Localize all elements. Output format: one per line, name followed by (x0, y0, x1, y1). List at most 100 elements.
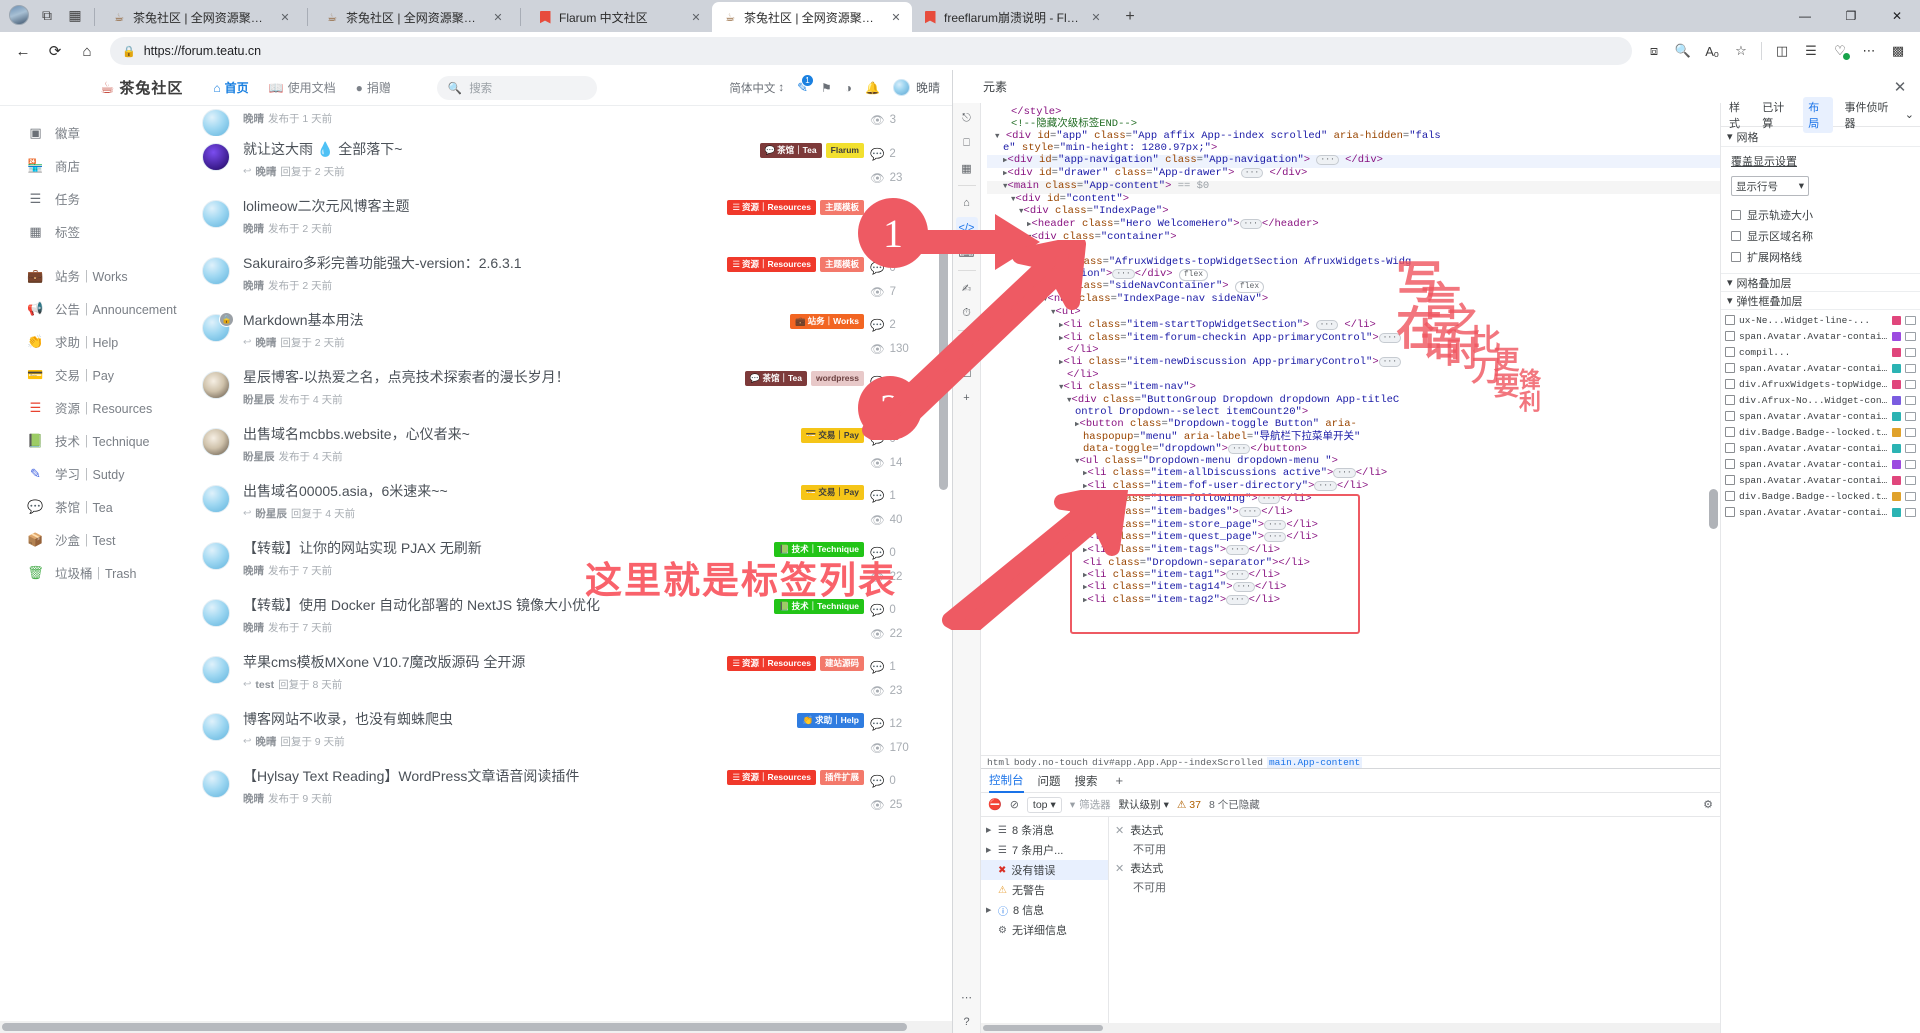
close-icon[interactable]: ✕ (1115, 862, 1124, 875)
sidebar-item[interactable]: ☰ 资源｜Resources (28, 391, 190, 424)
console-sidebar-row[interactable]: ⚠ 无警告 (981, 880, 1108, 900)
home-icon[interactable]: ⌂ (956, 192, 978, 214)
show-area-names-checkbox[interactable]: 显示区域名称 (1731, 225, 1910, 246)
checkbox[interactable] (1725, 331, 1735, 341)
tag-badge[interactable]: 主题模板 (819, 257, 864, 272)
discussion-author[interactable]: 晚晴 (243, 620, 264, 635)
discussion-author[interactable]: 晚晴 (243, 111, 264, 126)
color-swatch[interactable] (1892, 427, 1901, 437)
tag-badge[interactable]: 💼 站务｜Works (790, 314, 864, 329)
show-track-sizes-checkbox[interactable]: 显示轨迹大小 (1731, 204, 1910, 225)
browser-tab[interactable]: freeflarum崩溃说明 - Flarum 中文 ✕ (912, 2, 1112, 32)
home-button[interactable]: ⌂ (72, 36, 102, 66)
site-logo[interactable]: ☕ 茶兔社区 (100, 77, 183, 98)
discussion-author[interactable]: test (255, 679, 274, 691)
console-sidebar-row[interactable]: ▶ ⓘ 8 信息 (981, 900, 1108, 920)
discussion-row[interactable]: 出售域名mcbbs.website，心仪者来~ 盼星辰 发布于 4 天前 💳 交易｜Pa… (202, 421, 936, 478)
sidebar-item[interactable]: 📗 技术｜Technique (27, 424, 190, 457)
avatar[interactable] (202, 109, 230, 136)
color-swatch[interactable] (1892, 443, 1901, 453)
clear-console-icon[interactable]: ⛔ (988, 798, 1002, 811)
color-swatch[interactable] (1892, 331, 1901, 341)
tag-badge[interactable]: ☰ 资源｜Resources (727, 770, 816, 785)
browser-tab[interactable]: ☕ 茶兔社区 | 全网资源聚合平台 ✕ (712, 2, 912, 32)
sidebar-item[interactable]: 👏 求助｜Help (27, 325, 190, 358)
chevron-down-icon[interactable]: ⌄ (1905, 108, 1914, 121)
search-input[interactable]: 🔍 搜索 (436, 75, 597, 100)
page-vertical-scrollbar[interactable] (939, 110, 948, 997)
console-settings-icon[interactable]: ⚙ (1703, 798, 1713, 811)
console-tab[interactable]: 问题 (1038, 773, 1061, 789)
expand-icon[interactable]: ▶ (986, 826, 993, 834)
sidebar-item[interactable]: 🗑 垃圾桶｜Trash (27, 556, 190, 589)
color-swatch[interactable] (1892, 411, 1901, 421)
console-filter-input[interactable]: ▾ 筛选器 (1070, 797, 1111, 812)
profile-avatar[interactable] (6, 2, 32, 28)
page-horizontal-scrollbar[interactable] (0, 1021, 952, 1033)
checkbox[interactable] (1725, 427, 1735, 437)
tag-badge[interactable]: 主题模板 (819, 200, 864, 215)
sidebar-item[interactable]: ☰ 任务 (28, 182, 190, 215)
device-toolbar-icon[interactable]: ⎕ (956, 132, 978, 154)
split-screen-icon[interactable]: ◫ (1768, 37, 1796, 65)
favorite-star-icon[interactable]: ☆ (1727, 37, 1755, 65)
discussion-author[interactable]: 晚晴 (255, 734, 276, 749)
close-icon[interactable]: ✕ (1088, 9, 1104, 25)
dom-tree[interactable]: </style> <!--隐藏次级标签END--> ▼ <div id="app" … (981, 103, 1720, 755)
avatar[interactable] (202, 485, 230, 513)
maximize-button[interactable]: ❐ (1828, 0, 1874, 32)
discussion-author[interactable]: 晚晴 (243, 563, 264, 578)
user-menu[interactable]: 晚晴 (892, 79, 940, 96)
discussion-title[interactable]: 【转载】使用 Docker 自动化部署的 NextJS 镜像大小优化 (243, 596, 774, 615)
devtools-close-icon[interactable]: ✕ (1888, 75, 1912, 99)
overlay-list-row[interactable]: span.Avatar.Avatar-contain... (1721, 328, 1920, 344)
collections-icon[interactable]: ☰ (1797, 37, 1825, 65)
discussion-author[interactable]: 晚晴 (255, 164, 276, 179)
checkbox[interactable] (1725, 379, 1735, 389)
overlay-list-row[interactable]: span.Avatar.Avatar-contain... (1721, 408, 1920, 424)
dom-tree-line[interactable]: ▼<nav class="IndexPage-nav sideNav"> (987, 293, 1720, 307)
tag-badge[interactable]: 建站源码 (819, 656, 864, 671)
header-nav-item[interactable]: ⌂ 首页 (213, 79, 248, 96)
discussion-title[interactable]: 星辰博客-以热爱之名，点亮技术探索者的漫长岁月！ (243, 368, 745, 387)
overlay-list-row[interactable]: span.Avatar.Avatar-contain... (1721, 456, 1920, 472)
overlay-list-row[interactable]: div.Badge.Badge--locked.te... (1721, 424, 1920, 440)
browser-tab[interactable]: ☕ 茶兔社区 | 全网资源聚合平台 ✕ (101, 2, 301, 32)
overlay-list-row[interactable]: div.Afrux-No...Widget-cont... (1721, 392, 1920, 408)
expand-icon[interactable]: ▶ (986, 906, 993, 914)
reload-button[interactable]: ⟳ (40, 36, 70, 66)
close-icon[interactable]: ✕ (1115, 824, 1124, 837)
avatar[interactable] (202, 428, 230, 456)
sidebar-item[interactable]: 💬 茶馆｜Tea (27, 490, 190, 523)
breadcrumb-item[interactable]: div#app.App.App--indexScrolled (1092, 757, 1263, 768)
discussion-author[interactable]: 晚晴 (243, 278, 264, 293)
checkbox[interactable] (1725, 315, 1735, 325)
discussion-title[interactable]: Markdown基本用法 (243, 311, 790, 330)
tag-badge[interactable]: 💬 茶馆｜Tea (759, 143, 822, 158)
grid-section-header[interactable]: ▾ 网格 (1721, 127, 1920, 147)
new-tab-button[interactable]: + (1116, 3, 1144, 31)
checkbox[interactable] (1725, 363, 1735, 373)
console-sidebar-row[interactable]: ✖ 没有错误 (981, 860, 1108, 880)
discussion-title[interactable]: 就让这大雨 💧 全部落下~ (243, 140, 760, 159)
discussion-row[interactable]: 晚晴 发布于 1 天前 👁 3 (202, 106, 936, 136)
overlay-list-row[interactable]: ux-Ne...Widget-line-... (1721, 312, 1920, 328)
overlay-list-row[interactable]: span.Avatar.Avatar-contain... (1721, 440, 1920, 456)
checkbox[interactable] (1725, 347, 1735, 357)
log-level-selector[interactable]: 默认级别 ▾ (1119, 797, 1169, 812)
context-selector[interactable]: top ▾ (1026, 796, 1062, 813)
performance-icon[interactable]: ⚙ (956, 337, 978, 359)
compose-icon[interactable]: ✎ 1 (797, 73, 815, 96)
add-tab-icon[interactable]: + (1116, 773, 1124, 788)
sidebar-item[interactable]: ▦ 标签 (28, 215, 190, 248)
color-swatch[interactable] (1892, 507, 1901, 517)
avatar[interactable] (202, 257, 230, 285)
read-aloud-icon[interactable]: Aₒ (1698, 37, 1726, 65)
discussion-author[interactable]: 晚晴 (243, 791, 264, 806)
breadcrumb-item[interactable]: html (987, 757, 1010, 768)
discussion-row[interactable]: 🔒 Markdown基本用法 ↩ 晚晴 回复于 2 天前 💼 站务｜Works 💬 2 👁 130 (202, 307, 936, 364)
overlay-list-row[interactable]: span.Avatar.Avatar-contain... (1721, 472, 1920, 488)
color-swatch[interactable] (1892, 395, 1901, 405)
network-icon[interactable]: ⏱ (956, 302, 978, 324)
color-swatch[interactable] (1892, 347, 1901, 357)
